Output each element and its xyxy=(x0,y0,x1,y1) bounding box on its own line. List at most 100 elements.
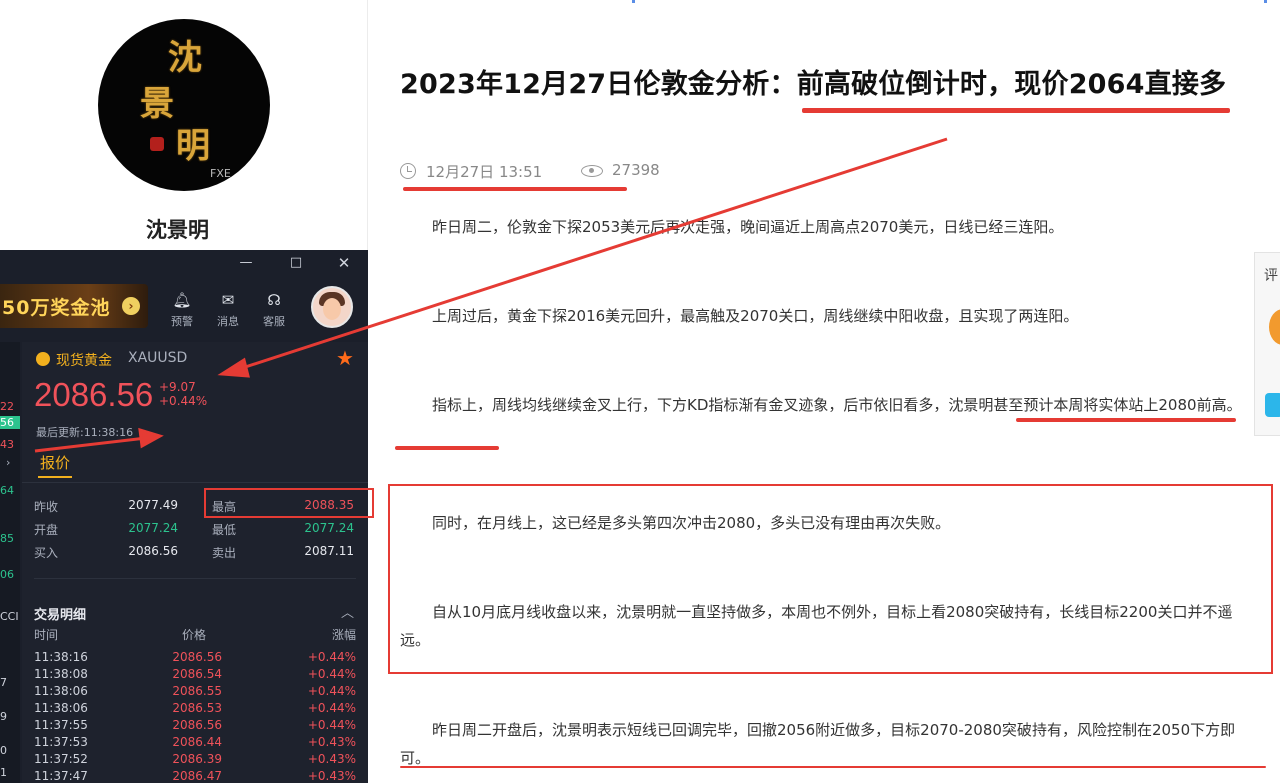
trade-price: 2086.56 xyxy=(172,650,222,664)
trade-row: 11:37:52 2086.39 +0.43% xyxy=(34,752,356,769)
quote-value: 2077.24 xyxy=(304,521,354,535)
support-label: 客服 xyxy=(263,315,285,328)
quote-label: 开盘 xyxy=(34,523,59,537)
trade-price: 2086.47 xyxy=(172,769,222,783)
quote-label: 昨收 xyxy=(34,500,59,514)
annotation-underline xyxy=(802,108,1230,113)
headset-icon: ☊ xyxy=(267,291,281,309)
annotation-underline xyxy=(403,187,627,191)
prize-pool-banner[interactable]: 50万奖金池 › xyxy=(0,284,148,328)
avatar-char-1: 沈 xyxy=(168,38,202,78)
article-paragraph: 昨日周二开盘后，沈景明表示短线已回调完毕，回撤2056附近做多，目标2070-2… xyxy=(400,721,1236,767)
alert-button[interactable]: 🔔︎ 预警 xyxy=(162,290,202,329)
side-value: 22 xyxy=(0,400,14,413)
side-value: 85 xyxy=(0,532,14,545)
trade-time: 11:38:08 xyxy=(34,667,88,681)
symbol-code: XAUUSD xyxy=(128,350,188,366)
article-title: 2023年12月27日伦敦金分析：前高破位倒计时，现价2064直接多 xyxy=(400,69,1227,100)
side-value: 7 xyxy=(0,676,7,689)
support-button[interactable]: ☊ 客服 xyxy=(254,290,294,329)
quote-row: 买入 2086.56 卖出 2087.11 xyxy=(34,544,354,564)
trade-row: 11:38:16 2086.56 +0.44% xyxy=(34,650,356,667)
side-value: 56 xyxy=(0,416,20,429)
side-value: 1 xyxy=(0,766,7,779)
quote-label: 买入 xyxy=(34,546,59,560)
banner-text: 50万奖金池 xyxy=(2,297,111,319)
tab-active-indicator xyxy=(38,476,72,478)
trade-row: 11:38:06 2086.55 +0.44% xyxy=(34,684,356,701)
trade-change: +0.44% xyxy=(307,650,356,664)
trade-details-header[interactable]: 交易明细 ︿ xyxy=(34,602,356,623)
alert-label: 预警 xyxy=(171,315,193,328)
trade-change: +0.44% xyxy=(307,718,356,732)
mail-icon: ✉ xyxy=(221,291,235,309)
avatar-tag: FXE xyxy=(210,167,231,180)
symbol-name: 现货黄金 xyxy=(56,353,112,369)
message-button[interactable]: ✉ 消息 xyxy=(208,290,248,329)
trade-time: 11:38:16 xyxy=(34,650,88,664)
favorite-star-icon[interactable]: ★ xyxy=(336,346,354,370)
annotation-box xyxy=(204,488,374,518)
quote-value: 2086.56 xyxy=(128,544,178,558)
trade-change: +0.44% xyxy=(307,667,356,681)
message-label: 消息 xyxy=(217,315,239,328)
window-titlebar: — □ ✕ xyxy=(0,250,368,276)
publish-date: 12月27日 13:51 xyxy=(426,163,543,181)
floating-comment-panel[interactable]: 评 xyxy=(1254,252,1280,436)
user-avatar[interactable] xyxy=(311,286,353,328)
chat-icon[interactable] xyxy=(1265,393,1280,417)
arrow-right-icon: › xyxy=(122,297,140,315)
trade-time: 11:38:06 xyxy=(34,701,88,715)
price-change-percent: +0.44% xyxy=(159,394,208,408)
maximize-button[interactable]: □ xyxy=(286,254,306,272)
clock-icon xyxy=(400,163,416,179)
author-name[interactable]: 沈景明 xyxy=(146,214,209,244)
avatar-char-3: 明 xyxy=(176,126,210,166)
minimize-button[interactable]: — xyxy=(236,254,256,272)
close-button[interactable]: ✕ xyxy=(334,254,354,272)
price-change: +9.07 xyxy=(159,380,196,394)
trade-row: 11:37:47 2086.47 +0.43% xyxy=(34,769,356,783)
trade-details-title: 交易明细 xyxy=(34,608,87,623)
trade-row: 11:38:06 2086.53 +0.44% xyxy=(34,701,356,718)
quote-panel: 现货黄金 XAUUSD ★ 2086.56 +9.07 +0.44% 最后更新:… xyxy=(22,342,368,783)
trade-price: 2086.53 xyxy=(172,701,222,715)
quote-value: 2077.24 xyxy=(128,521,178,535)
trade-time: 11:37:47 xyxy=(34,769,88,783)
trade-price: 2086.56 xyxy=(172,718,222,732)
divider xyxy=(34,578,356,579)
trade-time: 11:38:06 xyxy=(34,684,88,698)
gold-coin-icon xyxy=(36,352,50,366)
view-count: 27398 xyxy=(612,161,660,179)
trade-row: 11:37:55 2086.56 +0.44% xyxy=(34,718,356,735)
avatar-face xyxy=(323,298,341,320)
side-value: 06 xyxy=(0,568,14,581)
trade-change: +0.44% xyxy=(307,701,356,715)
side-value: 64 xyxy=(0,484,14,497)
quote-value: 2087.11 xyxy=(304,544,354,558)
tab-quote[interactable]: 报价 xyxy=(40,452,70,473)
chevron-up-icon[interactable]: ︿ xyxy=(341,602,354,621)
orange-badge-icon[interactable] xyxy=(1269,309,1280,345)
quote-label: 最低 xyxy=(212,523,237,537)
quote-label: 卖出 xyxy=(212,546,237,560)
trade-change: +0.43% xyxy=(307,735,356,749)
watchlist-side-strip[interactable]: 22 56 43 › 64 85 06 CCI 7 9 0 1 xyxy=(0,342,20,783)
side-value: CCI xyxy=(0,610,19,623)
trade-row: 11:37:53 2086.44 +0.43% xyxy=(34,735,356,752)
quote-row: 开盘 2077.24 最低 2077.24 xyxy=(34,521,354,541)
side-value: 0 xyxy=(0,744,7,757)
annotation-box xyxy=(388,484,1273,674)
bell-icon: 🔔︎ xyxy=(172,291,192,309)
trade-time: 11:37:53 xyxy=(34,735,88,749)
divider xyxy=(22,482,368,483)
eye-icon xyxy=(581,165,603,177)
author-avatar[interactable]: 沈 景 明 FXE xyxy=(98,19,270,191)
trade-price: 2086.39 xyxy=(172,752,222,766)
quote-value: 2077.49 xyxy=(128,498,178,512)
trade-price: 2086.54 xyxy=(172,667,222,681)
annotation-underline xyxy=(1016,418,1236,422)
side-value: 9 xyxy=(0,710,7,723)
annotation-underline xyxy=(400,766,1266,768)
trade-column-headers: 时间 价格 涨幅 xyxy=(34,626,356,642)
